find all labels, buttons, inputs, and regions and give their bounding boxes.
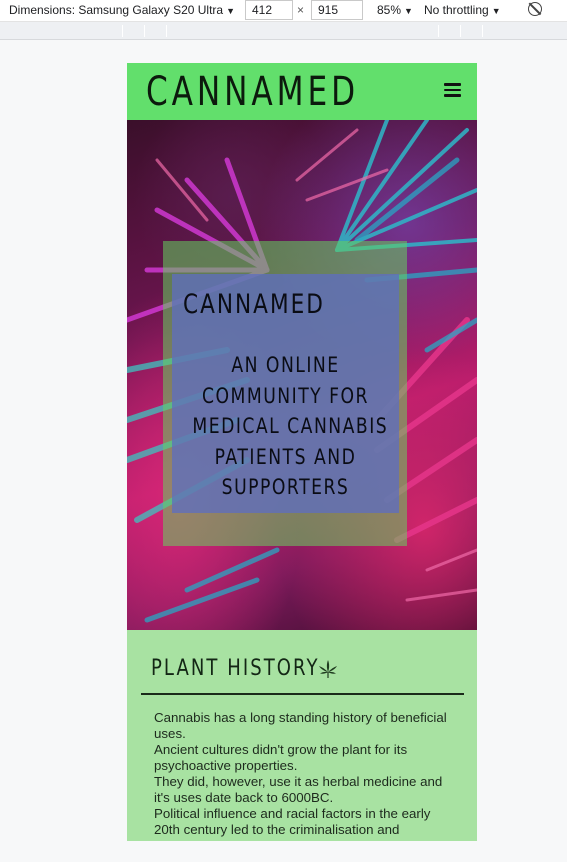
history-paragraph: Ancient cultures didn't grow the plant f… — [154, 742, 408, 773]
history-paragraph: They did, however, use it as herbal medi… — [154, 774, 443, 805]
throttling-value: No throttling — [424, 3, 489, 17]
hero-tagline-line: AN ONLINE — [231, 353, 340, 377]
plant-history-text: Cannabis has a long standing history of … — [154, 710, 454, 838]
plant-history-section: PLANT HISTORY Cannabis has a long standi… — [127, 630, 477, 841]
ruler-divider — [166, 25, 167, 37]
viewport-height-input[interactable]: 915 — [311, 0, 363, 20]
hero-title: CANNAMED — [183, 289, 325, 320]
viewport-width-input[interactable]: 412 — [245, 0, 293, 20]
chevron-down-icon: ▼ — [404, 6, 413, 16]
zoom-selector[interactable]: 85% ▼ — [377, 0, 413, 20]
device-viewport: CANNAMED CANNAMED AN ONLINE COMMUNITY FO… — [127, 63, 477, 841]
hamburger-menu-icon[interactable] — [444, 83, 461, 97]
chevron-down-icon: ▼ — [226, 6, 236, 16]
hero-tagline-line: PATIENTS AND — [214, 444, 357, 469]
section-divider — [141, 693, 464, 695]
ruler-divider — [122, 25, 123, 37]
ruler-divider — [482, 25, 483, 37]
ruler-divider — [460, 25, 461, 37]
device-selector[interactable]: Dimensions: Samsung Galaxy S20 Ultra ▼ — [9, 0, 235, 20]
dimension-times-sign: × — [297, 3, 305, 17]
device-dimensions-label: Dimensions: Samsung Galaxy S20 Ultra — [9, 3, 224, 17]
history-paragraph: Political influence and racial factors i… — [154, 806, 431, 837]
hero-tagline-line: COMMUNITY FOR — [202, 383, 369, 408]
chevron-down-icon: ▼ — [491, 6, 501, 16]
hero-tagline-line: MEDICAL CANNABIS — [192, 414, 389, 439]
hero-tagline: AN ONLINE COMMUNITY FOR MEDICAL CANNABIS… — [172, 350, 399, 503]
history-paragraph: Cannabis has a long standing history of … — [154, 710, 447, 741]
ruler-divider — [144, 25, 145, 37]
brand-logo[interactable]: CANNAMED — [146, 68, 359, 116]
navbar: CANNAMED — [127, 63, 477, 120]
media-query-ruler[interactable] — [0, 22, 567, 40]
zoom-value: 85% — [377, 3, 402, 17]
ruler-divider — [438, 25, 439, 37]
plant-history-heading: PLANT HISTORY — [151, 656, 320, 681]
cannabis-leaf-icon — [319, 660, 337, 678]
hero-tagline-line: SUPPORTERS — [221, 475, 350, 500]
devtools-device-toolbar: Dimensions: Samsung Galaxy S20 Ultra ▼ 41… — [0, 0, 567, 22]
disable-touch-icon[interactable] — [528, 2, 542, 16]
throttling-selector[interactable]: No throttling ▼ — [424, 0, 501, 20]
